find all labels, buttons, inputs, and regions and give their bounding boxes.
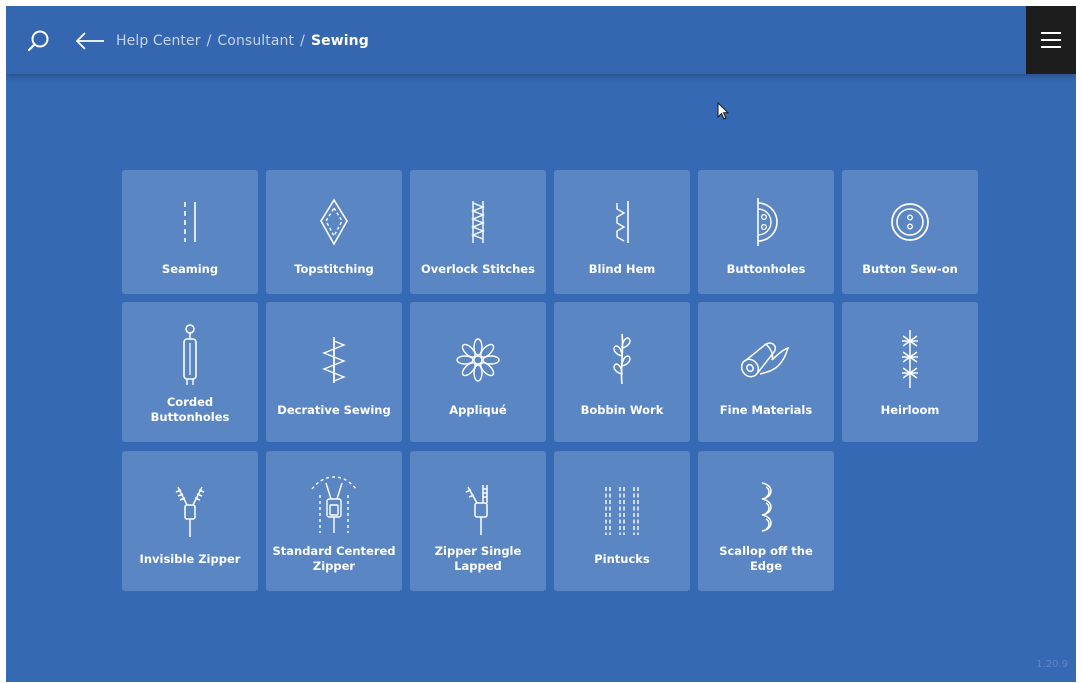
breadcrumb-current: Sewing (310, 33, 369, 49)
tile-label: Button Sew-on (862, 262, 958, 276)
tile-label: Appliqué (449, 403, 507, 417)
tile-decorative-sewing[interactable]: Decrative Sewing (266, 302, 402, 442)
tile-scallop-edge[interactable]: Scallop off the Edge (698, 451, 834, 591)
tile-lapped-zipper[interactable]: Zipper Single Lapped (410, 451, 546, 591)
pintucks-icon (605, 487, 639, 535)
tile-label: Buttonholes (726, 262, 806, 276)
tile-label: Scallop off the Edge (719, 544, 813, 573)
tile-invisible-zipper[interactable]: Invisible Zipper (122, 451, 258, 591)
back-button[interactable] (72, 26, 108, 56)
tile-blind-hem[interactable]: Blind Hem (554, 170, 690, 294)
app-window: Help Center / Consultant / Sewing Seamin… (6, 6, 1076, 682)
heirloom-stitch-icon (902, 330, 918, 388)
decorative-stitch-icon (322, 337, 346, 383)
breadcrumb-consultant[interactable]: Consultant (217, 33, 294, 49)
tile-overlock[interactable]: Overlock Stitches (410, 170, 546, 294)
corded-buttonhole-icon (183, 324, 197, 385)
tile-button-sew-on[interactable]: Button Sew-on (842, 170, 978, 294)
buttonhole-icon (757, 198, 778, 246)
breadcrumb-separator: / (206, 33, 212, 49)
centered-zipper-icon (311, 476, 357, 533)
tile-label: Topstitching (294, 262, 374, 276)
tile-corded-buttonholes[interactable]: Corded Buttonholes (122, 302, 258, 442)
tile-label: Zipper Single Lapped (434, 544, 522, 573)
top-bar: Help Center / Consultant / Sewing (6, 6, 1076, 74)
lapped-zipper-icon (465, 485, 488, 535)
tile-label: Decrative Sewing (277, 403, 391, 417)
seaming-icon (184, 202, 196, 242)
tile-label: Pintucks (594, 552, 650, 566)
invisible-zipper-icon (175, 486, 205, 537)
breadcrumb-help-center[interactable]: Help Center (116, 33, 201, 49)
tile-buttonholes[interactable]: Buttonholes (698, 170, 834, 294)
version-label: 1.20.9 (1036, 659, 1068, 670)
search-button[interactable] (24, 26, 54, 56)
button-icon (891, 203, 929, 241)
tile-label: Corded Buttonholes (150, 395, 230, 424)
tile-label: Standard Centered Zipper (272, 544, 396, 573)
scallop-icon (761, 482, 772, 532)
tile-applique[interactable]: Appliqué (410, 302, 546, 442)
tile-pintucks[interactable]: Pintucks (554, 451, 690, 591)
menu-button[interactable] (1026, 6, 1076, 74)
topstitching-icon (320, 198, 348, 246)
arrow-left-icon (75, 32, 104, 50)
tile-topstitching[interactable]: Topstitching (266, 170, 402, 294)
search-icon (27, 30, 49, 52)
tile-centered-zipper[interactable]: Standard Centered Zipper (266, 451, 402, 591)
bobbin-work-icon (613, 333, 631, 385)
blind-hem-icon (616, 201, 629, 243)
fabric-roll-icon (740, 342, 790, 378)
tile-label: Invisible Zipper (139, 552, 241, 566)
tile-label: Bobbin Work (580, 403, 664, 417)
tile-label: Heirloom (880, 403, 940, 417)
applique-flower-icon (456, 338, 500, 382)
tile-seaming[interactable]: Seaming (122, 170, 258, 294)
mouse-cursor-icon (717, 102, 730, 120)
tile-label: Seaming (161, 262, 219, 276)
tile-fine-materials[interactable]: Fine Materials (698, 302, 834, 442)
breadcrumb: Help Center / Consultant / Sewing (116, 30, 369, 52)
tile-heirloom[interactable]: Heirloom (842, 302, 978, 442)
tile-label: Blind Hem (588, 262, 656, 276)
overlock-stitch-icon (471, 201, 485, 243)
breadcrumb-separator: / (300, 33, 305, 49)
tile-bobbin-work[interactable]: Bobbin Work (554, 302, 690, 442)
tile-label: Overlock Stitches (421, 262, 535, 276)
tile-label: Fine Materials (719, 403, 813, 417)
hamburger-menu-icon (1041, 32, 1061, 48)
